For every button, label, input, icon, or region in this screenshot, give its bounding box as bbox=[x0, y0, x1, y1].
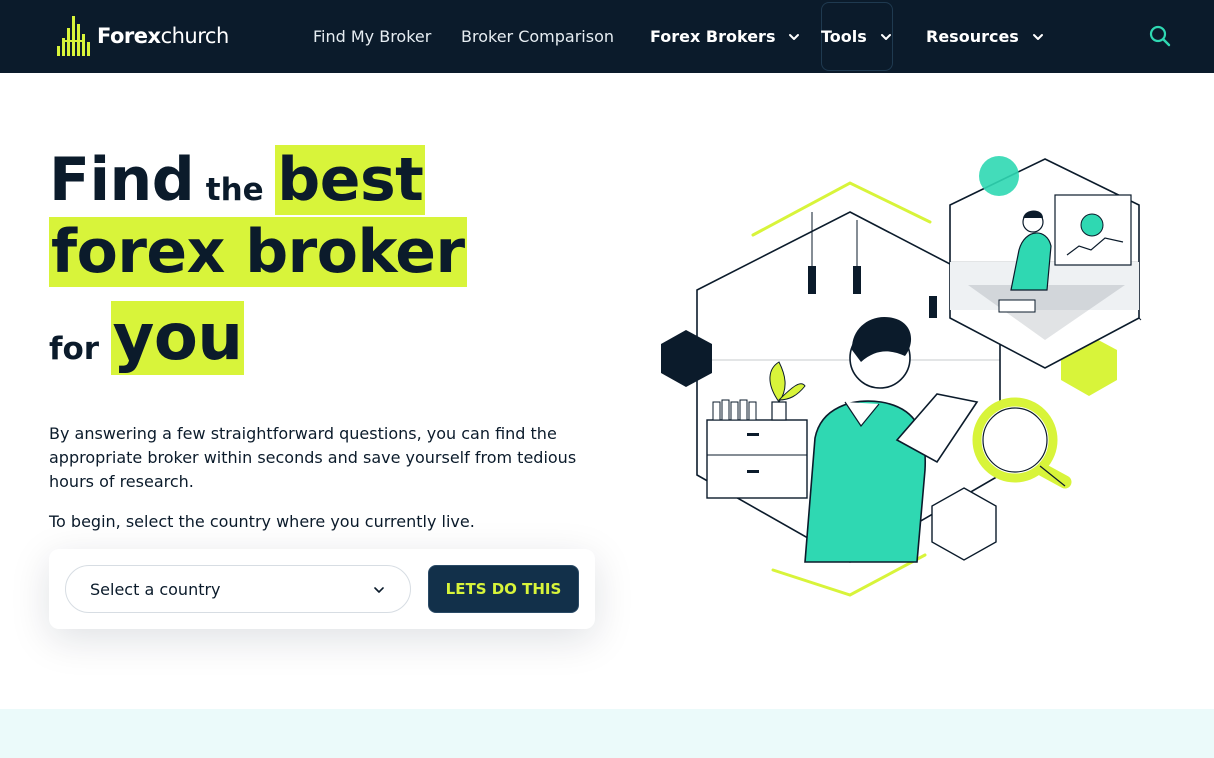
nav-label: Find My Broker bbox=[313, 27, 432, 46]
logo-wordmark: Forexchurch bbox=[97, 24, 229, 48]
chevron-down-icon bbox=[374, 587, 384, 593]
hero-prompt: To begin, select the country where you c… bbox=[49, 512, 475, 531]
nav-label: Resources bbox=[926, 27, 1019, 46]
next-section-band bbox=[0, 709, 1214, 758]
nav-label: Broker Comparison bbox=[461, 27, 614, 46]
hero-description: By answering a few straightforward quest… bbox=[49, 424, 577, 491]
hero-word-you: you bbox=[110, 301, 245, 375]
nav-label: Forex Brokers bbox=[650, 27, 776, 46]
hero-word-for: for bbox=[49, 331, 100, 367]
search-button[interactable] bbox=[1148, 24, 1172, 48]
country-form: Select a country LETS DO THIS bbox=[49, 549, 595, 629]
nav-label: Tools bbox=[821, 27, 867, 46]
hero-word-best: best bbox=[275, 145, 426, 215]
country-select[interactable]: Select a country bbox=[65, 565, 411, 613]
site-logo[interactable]: Forexchurch bbox=[57, 16, 229, 56]
chevron-down-icon bbox=[1032, 33, 1043, 40]
country-select-value: Select a country bbox=[90, 579, 221, 599]
chevron-down-icon bbox=[789, 33, 800, 40]
hero-illustration bbox=[661, 156, 1142, 597]
chevron-down-icon bbox=[880, 33, 891, 40]
nav-forex-brokers[interactable]: Forex Brokers bbox=[650, 0, 801, 73]
hero-word-the: the bbox=[205, 172, 264, 208]
lets-do-this-button[interactable]: LETS DO THIS bbox=[428, 565, 579, 613]
logo-bars-icon bbox=[57, 16, 90, 56]
nav-broker-comparison[interactable]: Broker Comparison bbox=[461, 0, 614, 73]
nav-tools[interactable]: Tools bbox=[821, 0, 893, 73]
hero-word-find: Find bbox=[49, 145, 195, 215]
top-navigation: Forexchurch Find My Broker Broker Compar… bbox=[0, 0, 1214, 73]
nav-resources[interactable]: Resources bbox=[926, 0, 1045, 73]
hero-word-forex-broker: forex broker bbox=[49, 217, 467, 287]
nav-find-my-broker[interactable]: Find My Broker bbox=[313, 0, 431, 73]
search-icon bbox=[1149, 25, 1171, 47]
